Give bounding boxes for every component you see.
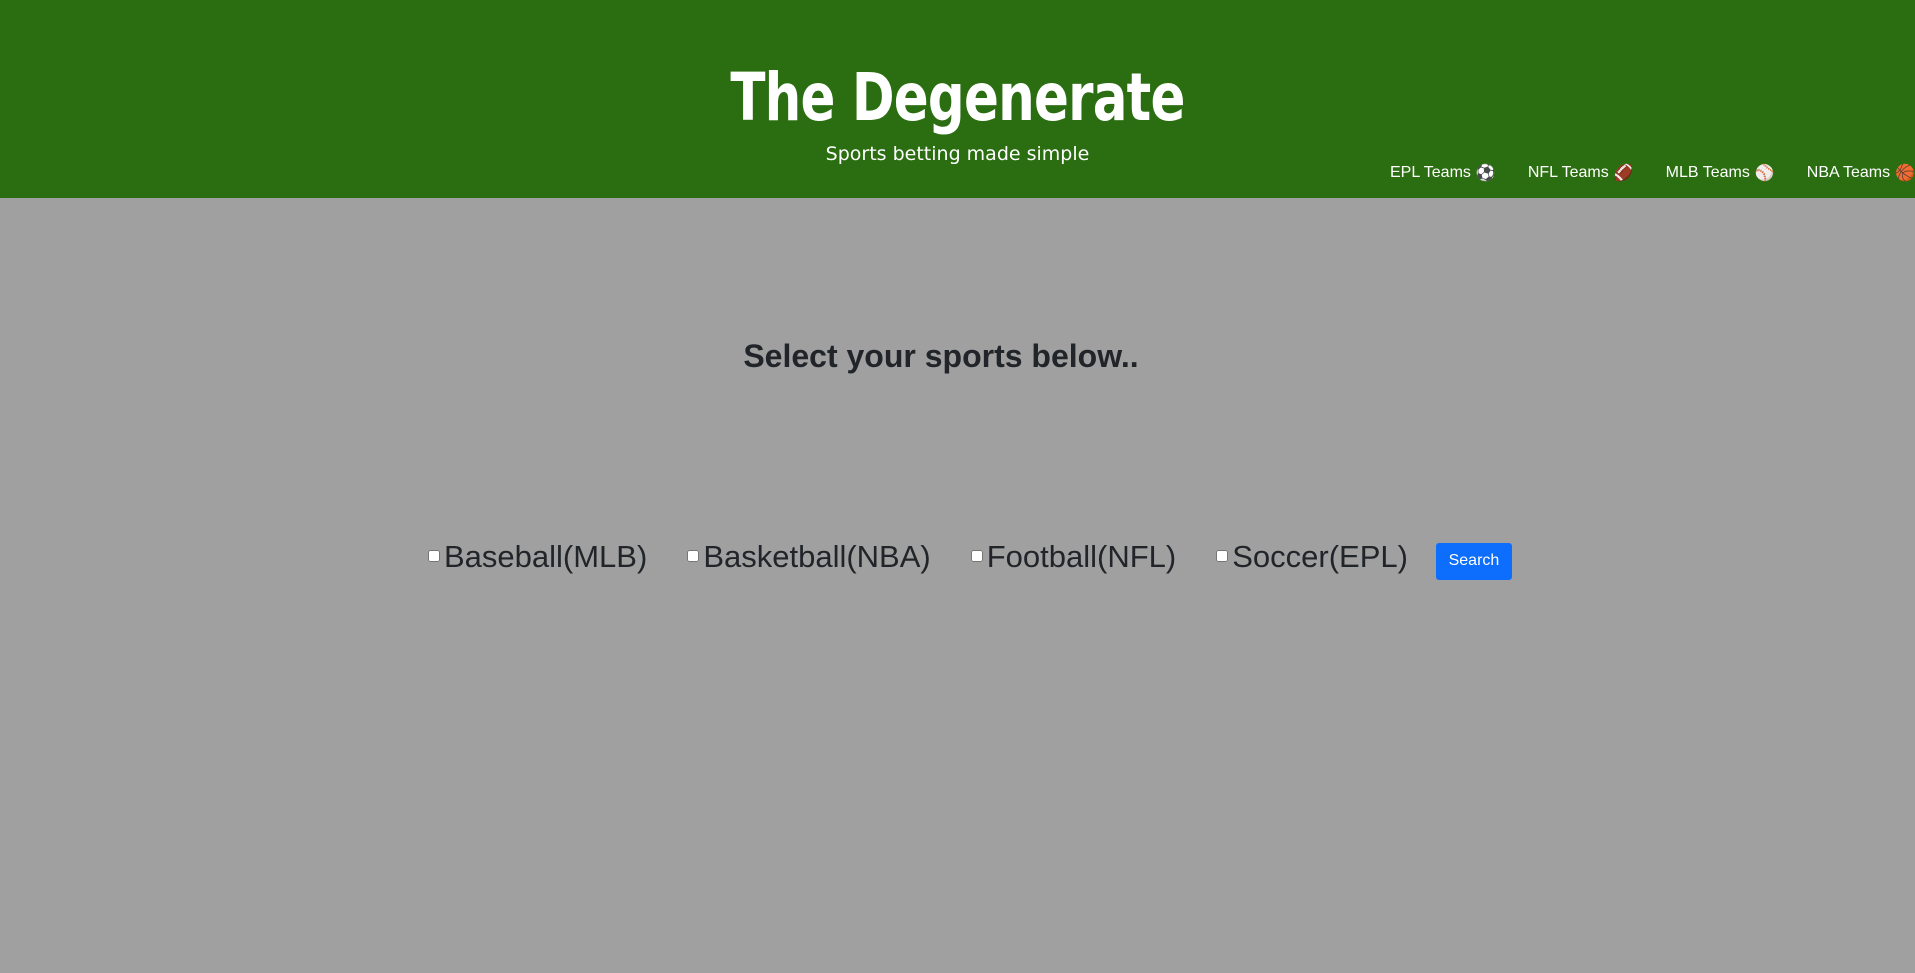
sport-option-label: Soccer(EPL) [1232, 539, 1408, 574]
basketball-icon: 🏀 [1895, 165, 1915, 182]
sport-filter-form: Baseball(MLB) Basketball(NBA) Football(N… [428, 535, 1512, 580]
baseball-checkbox[interactable] [428, 550, 440, 562]
site-title: The Degenerate [730, 59, 1185, 136]
sport-option-football[interactable]: Football(NFL) [970, 537, 1177, 577]
nav-label: EPL Teams [1389, 164, 1471, 181]
football-icon: 🏈 [1613, 165, 1634, 182]
select-sports-heading: Select your sports below.. [743, 338, 1139, 374]
nav-nfl-teams[interactable]: NFL Teams 🏈 [1528, 163, 1634, 183]
top-nav: EPL Teams ⚽ NFL Teams 🏈 MLB Teams ⚾ NBA … [1358, 160, 1915, 186]
sport-option-basketball[interactable]: Basketball(NBA) [687, 537, 931, 577]
nav-nba-teams[interactable]: NBA Teams 🏀 [1807, 163, 1915, 183]
sport-option-soccer[interactable]: Soccer(EPL) [1216, 537, 1408, 577]
nav-label: NFL Teams [1527, 164, 1609, 181]
sport-option-label: Football(NFL) [986, 539, 1177, 574]
site-header: The Degenerate Sports betting made simpl… [0, 0, 1915, 198]
nav-epl-teams[interactable]: EPL Teams ⚽ [1390, 163, 1496, 183]
nav-label: MLB Teams [1665, 164, 1750, 181]
sport-option-label: Baseball(MLB) [444, 539, 648, 574]
search-button[interactable]: Search [1435, 542, 1512, 580]
soccer-checkbox[interactable] [1216, 550, 1229, 562]
sport-option-baseball[interactable]: Baseball(MLB) [428, 537, 647, 577]
baseball-icon: ⚾ [1754, 165, 1775, 182]
football-checkbox[interactable] [970, 550, 983, 562]
nav-mlb-teams[interactable]: MLB Teams ⚾ [1666, 163, 1775, 183]
basketball-checkbox[interactable] [687, 550, 700, 562]
sport-option-label: Basketball(NBA) [703, 539, 931, 574]
nav-label: NBA Teams [1806, 164, 1891, 181]
soccer-ball-icon: ⚽ [1475, 165, 1496, 182]
